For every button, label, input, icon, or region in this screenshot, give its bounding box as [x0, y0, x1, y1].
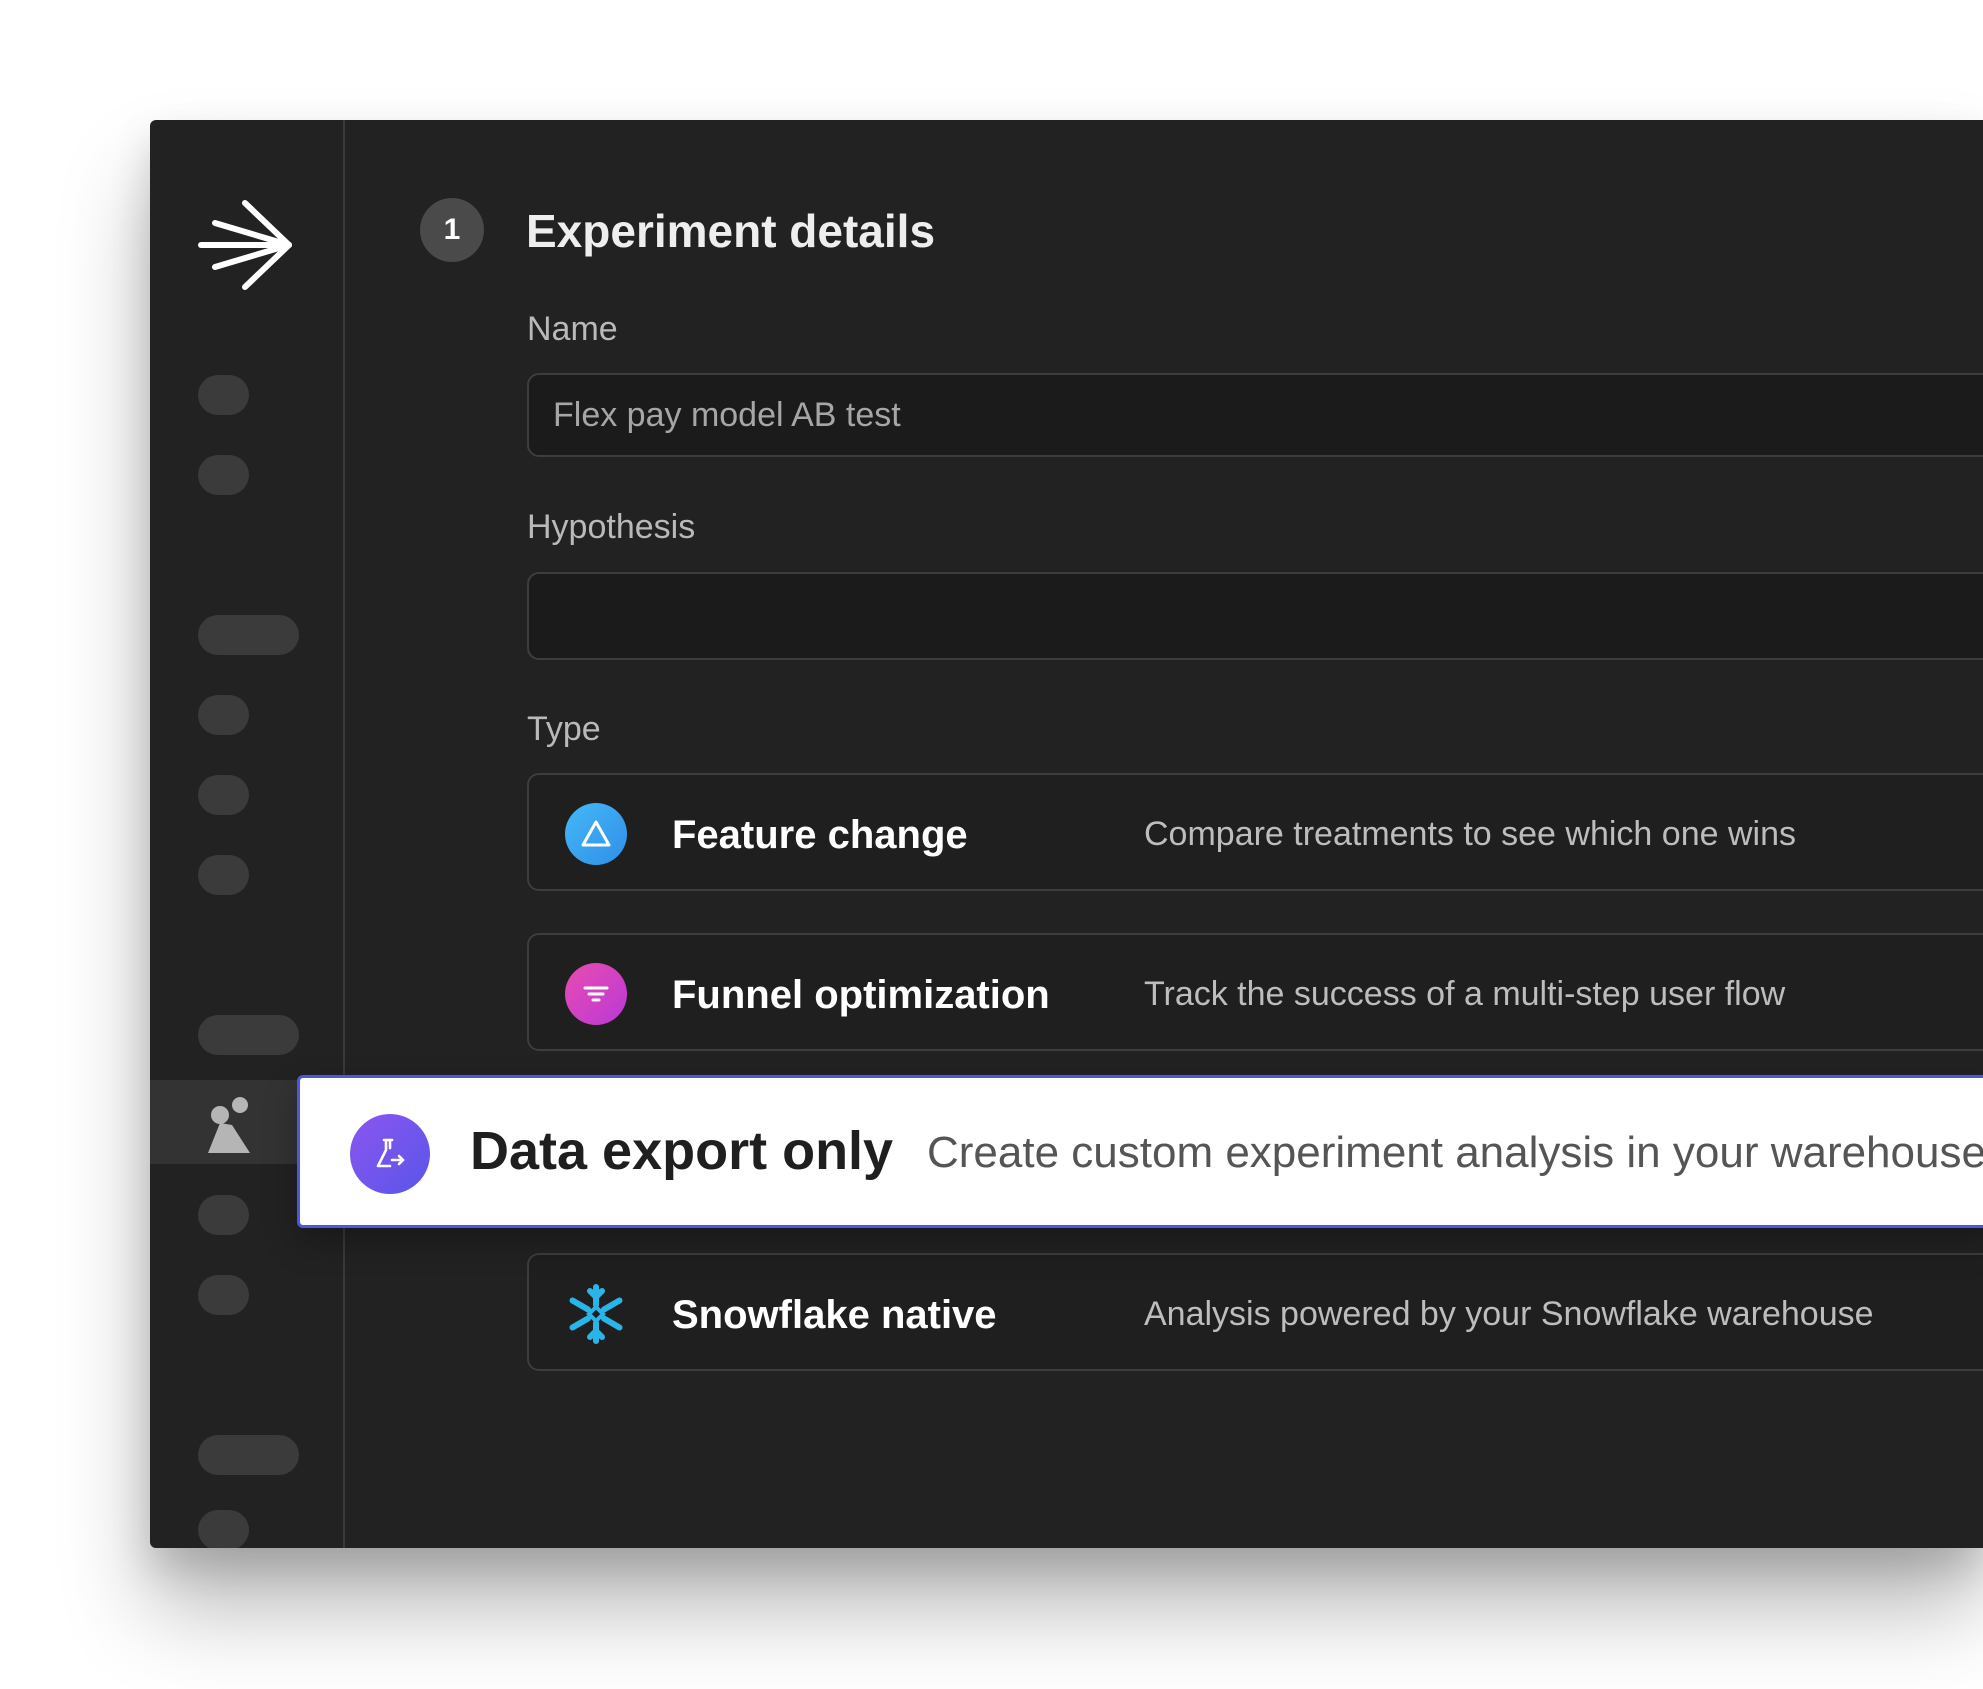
name-label: Name [527, 310, 618, 348]
sidebar-item[interactable] [198, 775, 249, 815]
name-input[interactable]: Flex pay model AB test [527, 373, 1983, 457]
sidebar-section[interactable] [198, 1015, 299, 1055]
sidebar-item[interactable] [198, 375, 249, 415]
hypothesis-input[interactable] [527, 572, 1983, 660]
option-title: Data export only [470, 1121, 894, 1181]
hypothesis-label: Hypothesis [527, 508, 696, 546]
snowflake-icon [565, 1283, 627, 1345]
type-option-snowflake-native[interactable]: Snowflake native Analysis powered by you… [527, 1253, 1983, 1371]
type-option-data-export-only[interactable]: Data export only Create custom experimen… [297, 1075, 1983, 1228]
option-title: Funnel optimization [672, 973, 1050, 1017]
option-description: Track the success of a multi-step user f… [1144, 975, 1786, 1013]
step-number-badge: 1 [420, 198, 484, 262]
sidebar-section[interactable] [198, 1435, 299, 1475]
triangle-icon [565, 803, 627, 865]
sidebar [150, 120, 345, 1548]
option-description: Compare treatments to see which one wins [1144, 815, 1796, 853]
sidebar-item[interactable] [198, 1195, 249, 1235]
sidebar-item[interactable] [198, 695, 249, 735]
section-title: Experiment details [526, 205, 936, 257]
option-title: Feature change [672, 813, 968, 857]
flask-export-icon [350, 1114, 430, 1194]
option-description: Analysis powered by your Snowflake wareh… [1144, 1295, 1874, 1333]
sidebar-item[interactable] [198, 855, 249, 895]
sidebar-section[interactable] [198, 615, 299, 655]
logo-arrow-icon[interactable] [195, 195, 295, 295]
app-window: 1 Experiment details Name Flex pay model… [150, 120, 1983, 1548]
sidebar-item[interactable] [198, 1275, 249, 1315]
option-description: Create custom experiment analysis in you… [927, 1128, 1983, 1177]
option-title: Snowflake native [672, 1293, 997, 1337]
sidebar-item[interactable] [198, 1510, 249, 1548]
experiments-icon [208, 1097, 250, 1153]
type-option-funnel-optimization[interactable]: Funnel optimization Track the success of… [527, 933, 1983, 1051]
type-option-feature-change[interactable]: Feature change Compare treatments to see… [527, 773, 1983, 891]
type-label: Type [527, 710, 601, 748]
funnel-icon [565, 963, 627, 1025]
sidebar-item[interactable] [198, 455, 249, 495]
